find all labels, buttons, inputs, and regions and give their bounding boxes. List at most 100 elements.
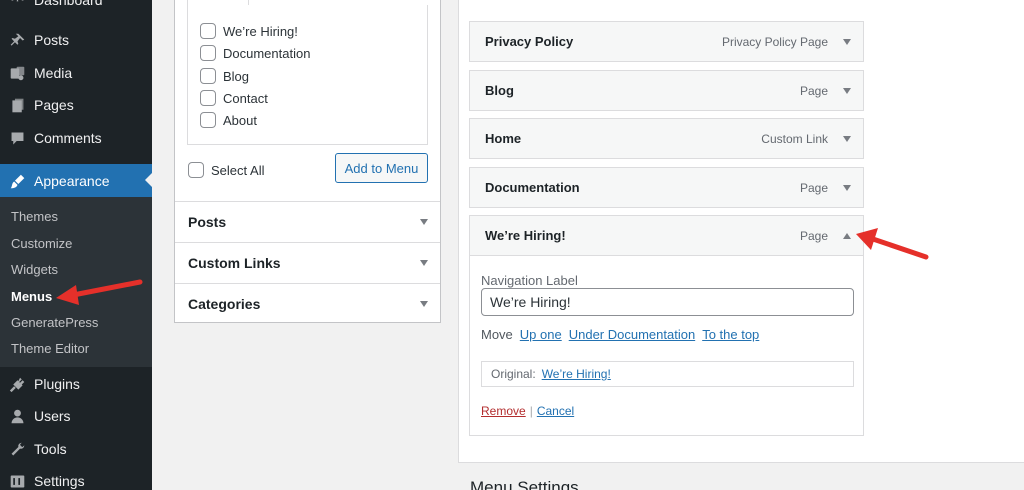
move-label: Move [481,327,513,342]
separator: | [529,404,533,418]
sidebar-item-users[interactable]: Users [0,400,152,432]
sidebar-item-label: Settings [34,473,85,489]
checkbox[interactable] [200,68,216,84]
caret-down-icon [420,260,428,266]
menu-item-title: Privacy Policy [485,34,574,49]
menu-item-type: Privacy Policy Page [721,34,828,49]
sidebar-item-dashboard[interactable]: Dashboard [0,0,152,16]
menu-item-documentation[interactable]: Documentation Page [469,167,864,208]
original-link-box: Original: We’re Hiring! [481,361,854,387]
paintbrush-icon [8,172,26,190]
caret-up-icon[interactable] [843,233,851,239]
sidebar-item-label: Appearance [34,173,110,189]
sidebar-item-tools[interactable]: Tools [0,433,152,465]
sidebar-item-media[interactable]: Media [0,57,152,89]
checkbox-label: About [223,112,257,128]
caret-down-icon[interactable] [843,136,851,142]
sidebar-item-posts[interactable]: Posts [0,24,152,56]
move-up-one-link[interactable]: Up one [520,327,562,342]
list-item[interactable]: We’re Hiring! [200,23,298,39]
item-actions: Remove | Cancel [481,404,574,418]
menu-item-title: Home [485,131,522,146]
cancel-link[interactable]: Cancel [537,404,574,418]
sidebar-item-label: Pages [34,97,74,113]
pages-checklist: We’re Hiring! Documentation Blog Contact… [187,5,428,145]
list-item[interactable]: About [200,112,257,128]
submenu-item-theme-editor[interactable]: Theme Editor [11,341,89,356]
original-page-link[interactable]: We’re Hiring! [542,367,611,381]
accordion-custom-links[interactable]: Custom Links [175,242,440,283]
checkbox-label: Contact [223,90,268,106]
menu-item-home[interactable]: Home Custom Link [469,118,864,159]
menu-item-type: Page [799,83,828,98]
sidebar-item-plugins[interactable]: Plugins [0,368,152,400]
original-label: Original: [491,367,536,381]
caret-down-icon[interactable] [843,185,851,191]
users-icon [8,407,26,425]
comments-icon [8,129,26,147]
menu-item-settings: Navigation Label We’re Hiring! Move Up o… [469,256,864,436]
submenu-item-customize[interactable]: Customize [11,236,72,251]
sidebar-item-settings[interactable]: Settings [0,465,152,490]
move-under-documentation-link[interactable]: Under Documentation [569,327,695,342]
menu-item-privacy-policy[interactable]: Privacy Policy Privacy Policy Page [469,21,864,62]
list-item[interactable]: Contact [200,90,268,106]
sidebar-item-label: Comments [34,130,102,146]
checkbox-label: Blog [223,68,250,84]
sidebar-item-appearance[interactable]: Appearance [0,164,152,198]
checkbox[interactable] [200,45,216,61]
dashboard-icon [8,0,26,9]
caret-down-icon[interactable] [843,39,851,45]
menu-item-blog[interactable]: Blog Page [469,70,864,111]
sidebar-item-label: Media [34,65,73,81]
add-menu-items-panel: We’re Hiring! Documentation Blog Contact… [174,0,441,323]
select-all-checkbox[interactable] [188,162,204,178]
menu-item-title: Documentation [485,180,580,195]
sidebar-item-label: Users [34,408,71,424]
sidebar-item-pages[interactable]: Pages [0,89,152,121]
plugin-icon [8,375,26,393]
remove-link[interactable]: Remove [481,404,526,418]
checkbox-label: Documentation [223,45,311,61]
menu-item-type: Custom Link [761,131,828,146]
navigation-label-input[interactable]: We’re Hiring! [481,288,854,316]
menu-settings-heading: Menu Settings [470,478,579,490]
caret-down-icon[interactable] [843,88,851,94]
sidebar-item-label: Plugins [34,376,80,392]
accordion-categories[interactable]: Categories [175,283,440,324]
admin-sidebar: Dashboard Posts Media Pages Comments App… [0,0,152,490]
menu-item-type: Page [799,228,828,243]
sidebar-item-comments[interactable]: Comments [0,122,152,154]
accordion-title: Custom Links [188,255,281,271]
accordion-title: Categories [188,296,261,312]
submenu-item-generatepress[interactable]: GeneratePress [11,315,98,330]
menu-item-title: We’re Hiring! [485,228,566,243]
accordion-posts[interactable]: Posts [175,201,440,242]
submenu-item-menus[interactable]: Menus [11,289,52,304]
move-to-top-link[interactable]: To the top [702,327,759,342]
select-all[interactable]: Select All [188,162,264,178]
section-divider [458,462,1024,463]
submenu-item-themes[interactable]: Themes [11,209,58,224]
accordion-title: Posts [188,214,227,230]
checkbox[interactable] [200,90,216,106]
move-row: Move Up one Under Documentation To the t… [481,327,759,342]
media-icon [8,64,26,82]
menu-item-were-hiring[interactable]: We’re Hiring! Page [469,215,864,256]
annotation-arrow-icon [856,228,929,260]
submenu-item-widgets[interactable]: Widgets [11,262,58,277]
wrench-icon [8,440,26,458]
pin-icon [8,31,26,49]
select-all-label: Select All [211,162,265,178]
sidebar-item-label: Tools [34,441,67,457]
caret-down-icon [420,219,428,225]
checkbox[interactable] [200,23,216,39]
list-item[interactable]: Documentation [200,45,310,61]
caret-down-icon [420,301,428,307]
checkbox[interactable] [200,112,216,128]
list-item[interactable]: Blog [200,68,249,84]
navigation-label-caption: Navigation Label [481,273,578,288]
add-to-menu-button[interactable]: Add to Menu [335,153,428,183]
pages-icon [8,96,26,114]
menu-item-type: Page [799,180,828,195]
